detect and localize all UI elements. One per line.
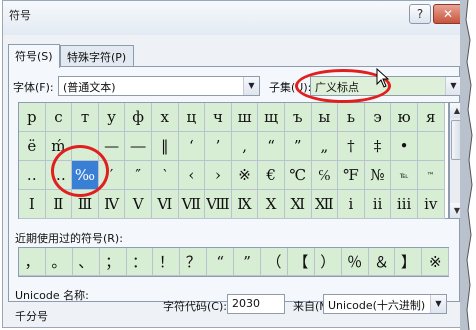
- recent-symbol-cell[interactable]: ！: [153, 248, 181, 276]
- recent-symbol-cell[interactable]: ※: [422, 248, 450, 276]
- chevron-down-icon[interactable]: ▼: [445, 77, 461, 95]
- symbol-cell[interactable]: ’: [205, 132, 232, 161]
- charcode-label: 字符代码(C):: [163, 300, 227, 313]
- symbol-cell[interactable]: ю: [391, 103, 418, 132]
- symbol-cell[interactable]: Ⅻ: [311, 190, 339, 219]
- recent-label: 近期使用过的符号(R):: [15, 232, 123, 245]
- symbol-cell[interactable]: ―: [125, 132, 152, 161]
- recent-symbol-cell[interactable]: 。: [45, 248, 73, 276]
- torn-edge: [460, 0, 476, 330]
- symbol-cell[interactable]: ‖: [151, 132, 179, 161]
- symbol-cell[interactable]: ‘: [178, 132, 206, 161]
- symbol-cell[interactable]: с: [45, 103, 73, 132]
- chevron-down-icon[interactable]: ▼: [430, 295, 446, 313]
- window-title: 符号: [9, 9, 31, 22]
- symbol-cell[interactable]: т: [72, 103, 99, 132]
- symbol-cell[interactable]: ‥: [19, 161, 46, 190]
- recent-symbol-cell[interactable]: ；: [99, 248, 127, 276]
- symbol-cell[interactable]: ℡: [391, 161, 418, 190]
- recent-symbol-cell[interactable]: ％: [341, 248, 369, 276]
- symbol-cell[interactable]: ‹: [178, 161, 206, 190]
- symbol-cell[interactable]: Ⅺ: [284, 190, 312, 219]
- unicode-name-label: Unicode 名称:: [15, 289, 89, 302]
- font-value: (普通文本): [63, 81, 116, 94]
- recent-symbol-cell[interactable]: 、: [72, 248, 100, 276]
- recent-symbol-cell[interactable]: 】: [395, 248, 423, 276]
- symbol-cell[interactable]: “: [258, 132, 285, 161]
- symbol-cell[interactable]: ″: [125, 161, 152, 190]
- font-select[interactable]: (普通文本) ▼: [58, 76, 260, 96]
- close-button[interactable]: ✕: [433, 4, 463, 24]
- symbol-cell[interactable]: №: [364, 161, 392, 190]
- symbol-cell[interactable]: Ⅴ: [125, 190, 152, 219]
- symbol-cell[interactable]: ъ: [284, 103, 312, 132]
- recent-symbol-cell[interactable]: ：: [126, 248, 154, 276]
- symbol-cell[interactable]: „: [311, 132, 339, 161]
- recent-symbol-cell[interactable]: ”: [234, 248, 262, 276]
- recent-symbol-cell[interactable]: ）: [314, 248, 342, 276]
- symbol-cell[interactable]: ”: [284, 132, 312, 161]
- symbol-cell[interactable]: •: [391, 132, 418, 161]
- help-button[interactable]: ?: [409, 4, 431, 24]
- symbol-cell[interactable]: ※: [231, 161, 259, 190]
- recent-symbol-cell[interactable]: ，: [19, 248, 46, 276]
- symbol-cell[interactable]: ё: [19, 132, 46, 161]
- symbol-cell[interactable]: ℃: [284, 161, 312, 190]
- symbol-cell[interactable]: ц: [178, 103, 206, 132]
- symbol-cell[interactable]: Ⅳ: [98, 190, 126, 219]
- symbol-cell[interactable]: ‚: [231, 132, 259, 161]
- symbol-cell[interactable]: р: [19, 103, 46, 132]
- symbol-cell[interactable]: [417, 132, 445, 161]
- mouse-pointer-icon: [376, 68, 390, 88]
- symbol-cell[interactable]: ч: [205, 103, 232, 132]
- symbol-cell[interactable]: ⅰ: [338, 190, 365, 219]
- symbol-cell[interactable]: ы: [311, 103, 339, 132]
- symbol-cell[interactable]: †: [338, 132, 365, 161]
- symbol-cell[interactable]: Ⅹ: [258, 190, 285, 219]
- symbol-cell[interactable]: ⅳ: [417, 190, 445, 219]
- symbol-cell[interactable]: Ⅰ: [19, 190, 46, 219]
- symbol-cell[interactable]: €: [258, 161, 285, 190]
- symbol-cell[interactable]: ⅲ: [391, 190, 418, 219]
- recent-symbol-cell[interactable]: “: [207, 248, 235, 276]
- recent-symbol-cell[interactable]: ＆: [368, 248, 396, 276]
- selected-symbol-highlight-circle: [51, 145, 109, 197]
- recent-symbol-cell[interactable]: ？: [180, 248, 208, 276]
- tab-symbols[interactable]: 符号(S): [8, 44, 60, 68]
- symbol-cell[interactable]: щ: [258, 103, 285, 132]
- symbol-cell[interactable]: э: [364, 103, 392, 132]
- font-label: 字体(F):: [13, 81, 54, 94]
- symbol-cell[interactable]: Ⅶ: [178, 190, 206, 219]
- charcode-input[interactable]: 2030: [227, 294, 285, 314]
- symbol-cell[interactable]: ℉: [338, 161, 365, 190]
- symbol-cell[interactable]: ™: [417, 161, 445, 190]
- unicode-name-value: 千分号: [15, 310, 48, 323]
- tab-special-characters[interactable]: 特殊字符(P): [60, 45, 134, 67]
- symbol-cell[interactable]: у: [98, 103, 126, 132]
- chevron-down-icon[interactable]: ▼: [243, 77, 259, 95]
- recent-symbol-cell[interactable]: （: [261, 248, 288, 276]
- symbol-cell[interactable]: ‡: [364, 132, 392, 161]
- symbol-cell[interactable]: ф: [125, 103, 152, 132]
- symbol-cell[interactable]: Ⅸ: [231, 190, 259, 219]
- recent-symbol-cell[interactable]: 【: [287, 248, 315, 276]
- recent-symbols: ，。、；：！？ “” （【）％＆】 ※: [18, 247, 450, 277]
- symbol-cell[interactable]: х: [151, 103, 179, 132]
- symbol-cell[interactable]: ш: [231, 103, 259, 132]
- symbol-cell[interactable]: ›: [205, 161, 232, 190]
- symbol-cell[interactable]: ⅱ: [364, 190, 392, 219]
- symbol-cell[interactable]: ‵: [151, 161, 179, 190]
- from-value: Unicode(十六进制): [328, 299, 426, 312]
- symbol-cell[interactable]: Ⅷ: [205, 190, 232, 219]
- symbol-cell[interactable]: Ⅵ: [151, 190, 179, 219]
- symbol-cell[interactable]: я: [417, 103, 445, 132]
- from-select[interactable]: Unicode(十六进制) ▼: [323, 294, 447, 314]
- symbol-dialog: 符号 ? ✕ 符号(S) 特殊字符(P) 字体(F): (普通文本) ▼ 子集(…: [2, 0, 466, 328]
- symbol-cell[interactable]: ь: [338, 103, 365, 132]
- title-bar: 符号 ? ✕: [3, 1, 465, 35]
- symbol-cell[interactable]: ℅: [311, 161, 339, 190]
